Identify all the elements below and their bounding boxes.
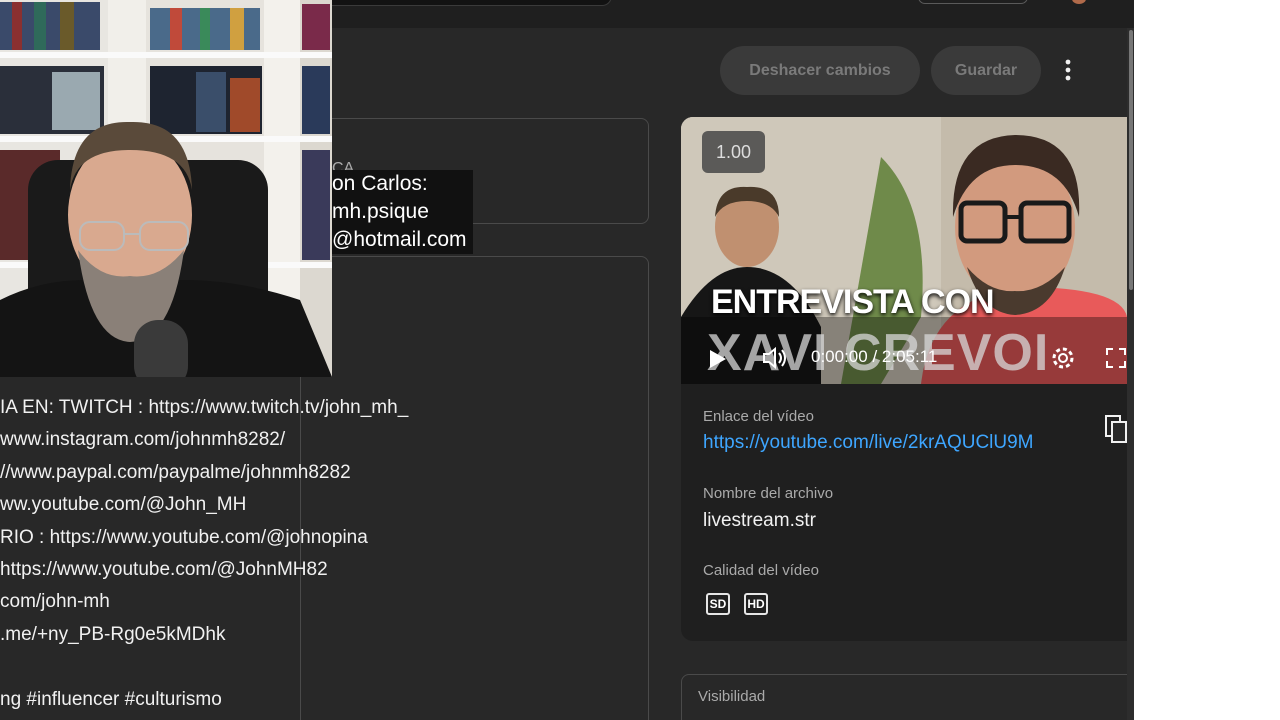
webcam-overlay — [0, 0, 332, 377]
player-controls: 0:00:00 / 2:05:11 — [681, 339, 1127, 379]
sd-quality-icon: SD — [706, 593, 730, 615]
studio-editor: Deshacer cambios Guardar IA EN: TWITCH :… — [0, 0, 1134, 720]
video-link-label: Enlace del vídeo — [703, 408, 814, 425]
description-line: https://www.youtube.com/@JohnMH82 — [0, 558, 328, 580]
save-button[interactable]: Guardar — [931, 46, 1041, 95]
create-button[interactable] — [918, 0, 1028, 4]
video-link[interactable]: https://youtube.com/live/2krAQUClU9M — [703, 432, 1034, 454]
description-line — [0, 651, 480, 683]
undo-changes-button[interactable]: Deshacer cambios — [720, 46, 920, 95]
filename-label: Nombre del archivo — [703, 485, 834, 502]
description-line: //www.paypal.com/paypalme/johnmh8282 — [0, 461, 351, 483]
fullscreen-icon[interactable] — [1105, 347, 1127, 369]
copy-link-button[interactable] — [1104, 414, 1128, 444]
hd-quality-icon: HD — [744, 593, 768, 615]
settings-gear-icon[interactable] — [1049, 344, 1077, 372]
overlay-line: on Carlos: — [332, 172, 428, 195]
volume-icon[interactable] — [761, 346, 789, 370]
video-preview-card: 1.00 ENTREVISTA CON XAVI CREVOI 0:00:00 … — [681, 117, 1127, 641]
scrollbar-thumb[interactable] — [1129, 30, 1133, 290]
search-bar[interactable] — [330, 0, 612, 6]
description-line: IA EN: TWITCH : https://www.twitch.tv/jo… — [0, 397, 409, 418]
video-timecode: 0:00:00 / 2:05:11 — [811, 347, 938, 366]
more-vertical-icon — [1065, 59, 1071, 81]
copy-icon — [1105, 415, 1127, 443]
webcam-image — [0, 0, 332, 377]
video-player[interactable]: 1.00 ENTREVISTA CON XAVI CREVOI 0:00:00 … — [681, 117, 1127, 384]
overlay-line: @hotmail.com — [332, 228, 467, 251]
thumbnail-title-line: ENTREVISTA CON — [711, 283, 995, 321]
playback-speed-badge: 1.00 — [702, 131, 765, 173]
description-line: ww.youtube.com/@John_MH — [0, 494, 247, 516]
description-text: IA EN: TWITCH : https://www.twitch.tv/jo… — [0, 392, 480, 716]
description-line: ng #influencer #culturismo — [0, 688, 222, 710]
overlay-line: mh.psique — [332, 200, 429, 223]
description-line: www.instagram.com/johnmh8282/ — [0, 429, 286, 451]
stream-overlay-caption: on Carlos: mh.psique @hotmail.com — [328, 170, 473, 254]
description-line: .me/+ny_PB-Rg0e5kMDhk — [0, 623, 226, 645]
visibility-label: Visibilidad — [698, 688, 766, 705]
description-line: RIO : https://www.youtube.com/@johnopina — [0, 526, 368, 548]
avatar[interactable] — [1072, 0, 1086, 4]
more-options-button[interactable] — [1052, 52, 1084, 88]
play-icon[interactable] — [709, 349, 727, 369]
description-line: com/john-mh — [0, 591, 110, 613]
filename-value: livestream.str — [703, 510, 816, 531]
video-quality-label: Calidad del vídeo — [703, 562, 819, 579]
